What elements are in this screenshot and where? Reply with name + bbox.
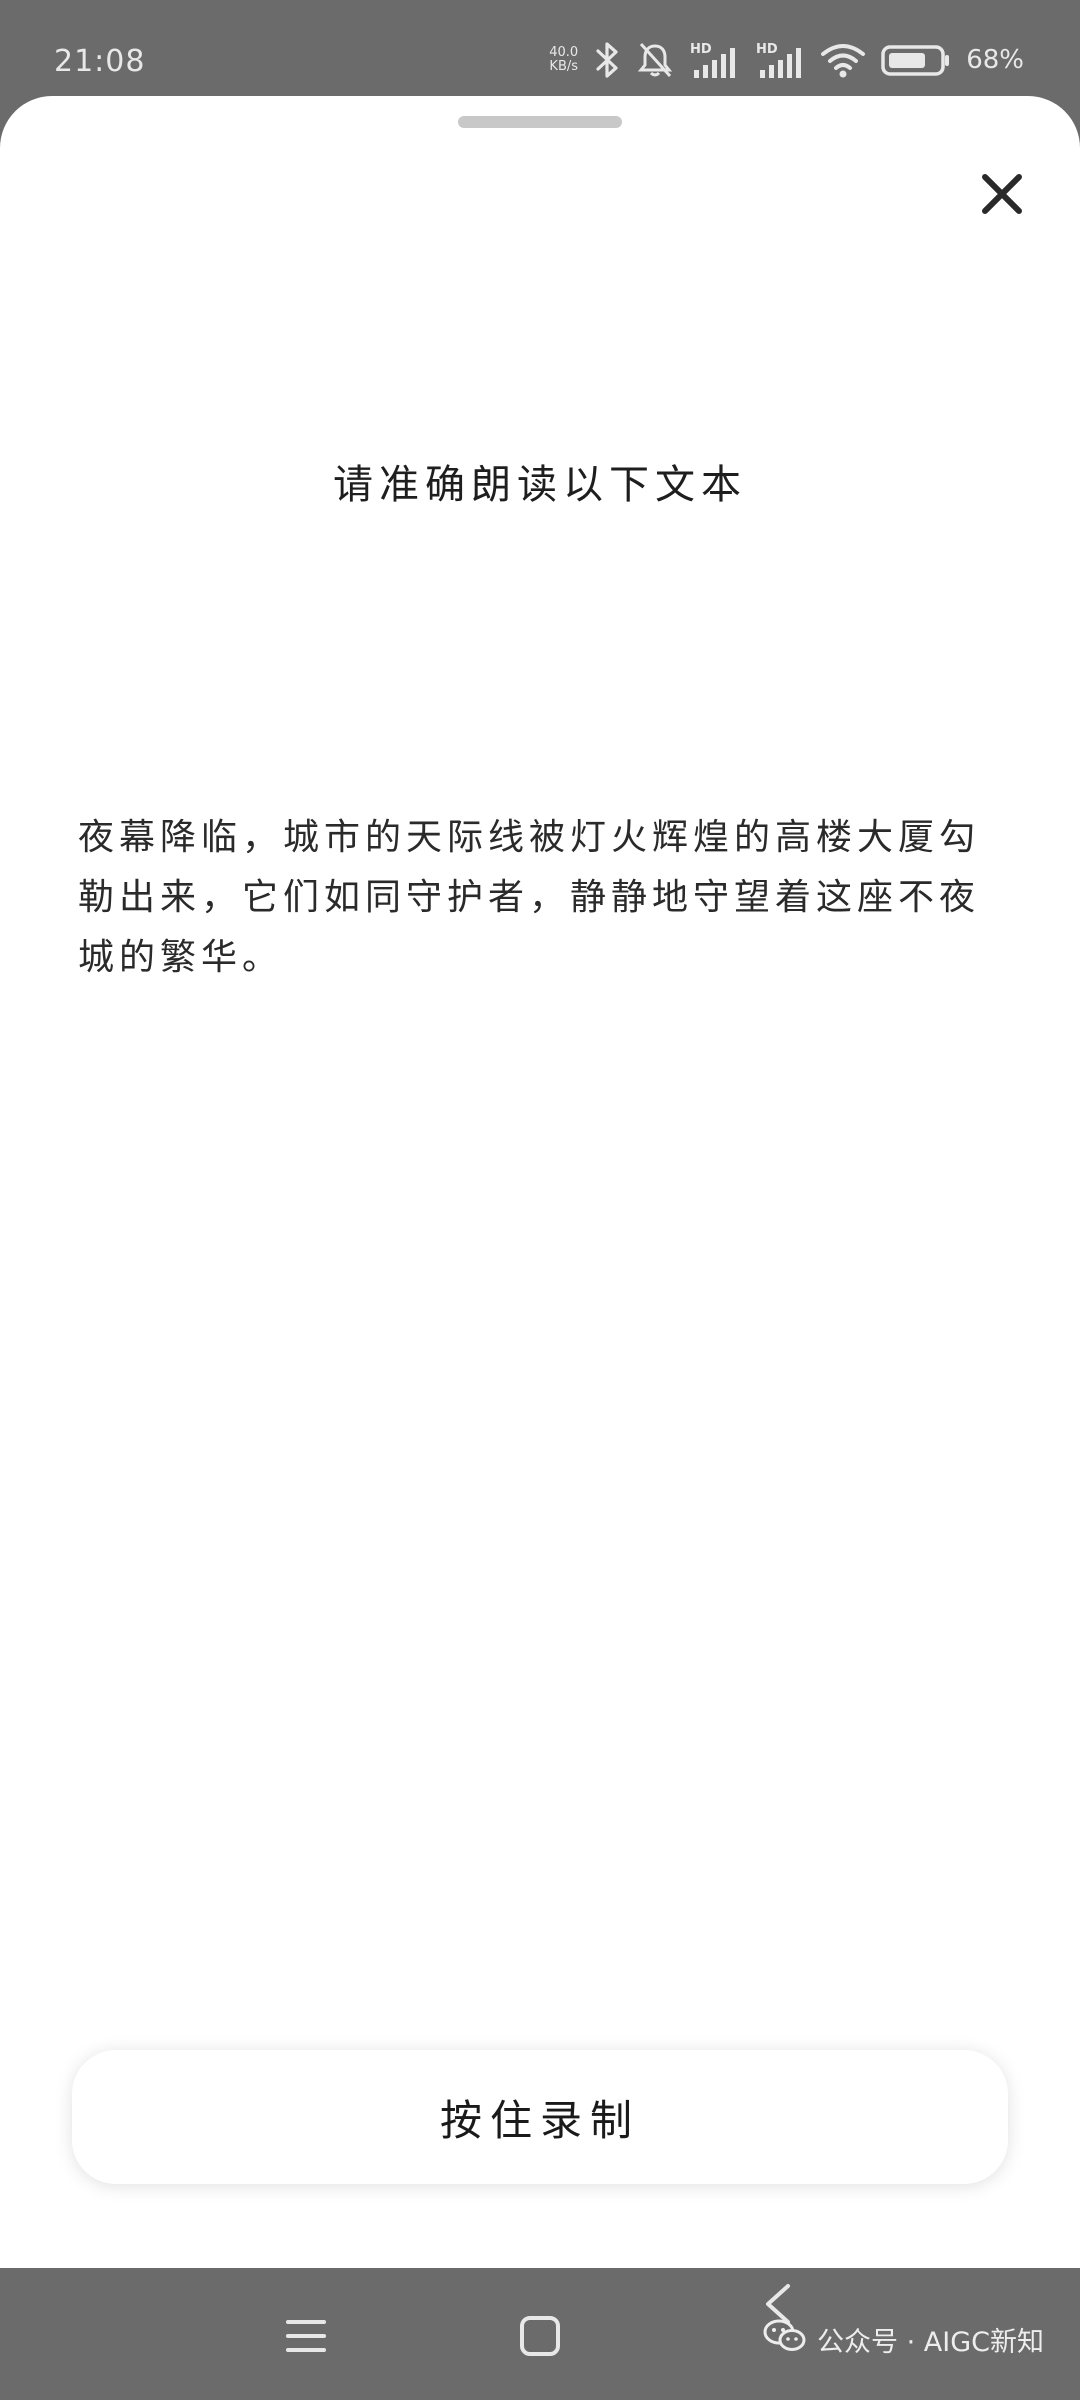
navigation-bar: 公众号 · AIGC新知 (0, 2268, 1080, 2400)
wechat-icon (763, 2318, 807, 2361)
network-speed-unit: KB/s (549, 59, 579, 74)
reading-text: 夜幕降临，城市的天际线被灯火辉煌的高楼大厦勾勒出来，它们如同守护者，静静地守望着… (78, 817, 981, 978)
status-bar: 21:08 40.0 KB/s HD HD 68% (0, 0, 1080, 96)
bell-off-icon (636, 40, 674, 80)
signal-icon: HD (688, 40, 740, 80)
hd-label: HD (690, 42, 712, 57)
close-button[interactable] (970, 164, 1034, 228)
hold-to-record-button[interactable]: 按住录制 (72, 2050, 1008, 2184)
hd-label: HD (756, 42, 778, 57)
watermark: 公众号 · AIGC新知 (763, 2318, 1044, 2361)
battery-icon (880, 40, 952, 80)
home-button[interactable] (510, 2308, 570, 2368)
bluetooth-icon (592, 40, 622, 80)
wifi-icon (820, 40, 866, 80)
close-icon (980, 172, 1024, 220)
network-speed-value: 40.0 (549, 45, 579, 60)
network-speed: 40.0 KB/s (549, 46, 578, 74)
home-icon (518, 2314, 562, 2362)
signal-icon: HD (754, 40, 806, 80)
menu-icon (284, 2316, 328, 2360)
prompt-title: 请准确朗读以下文本 (333, 462, 747, 508)
watermark-text: 公众号 · AIGC新知 (817, 2327, 1044, 2358)
battery-percent: 68% (966, 45, 1024, 75)
drag-handle[interactable] (458, 116, 622, 128)
recording-sheet: 请准确朗读以下文本 夜幕降临，城市的天际线被灯火辉煌的高楼大厦勾勒出来，它们如同… (0, 96, 1080, 2268)
menu-button[interactable] (276, 2308, 336, 2368)
status-time: 21:08 (54, 44, 146, 79)
status-icons: 40.0 KB/s HD HD 68% (549, 38, 1024, 82)
screen: 21:08 40.0 KB/s HD HD 68% 请准确朗读以下文本 夜幕降临… (0, 0, 1080, 2400)
